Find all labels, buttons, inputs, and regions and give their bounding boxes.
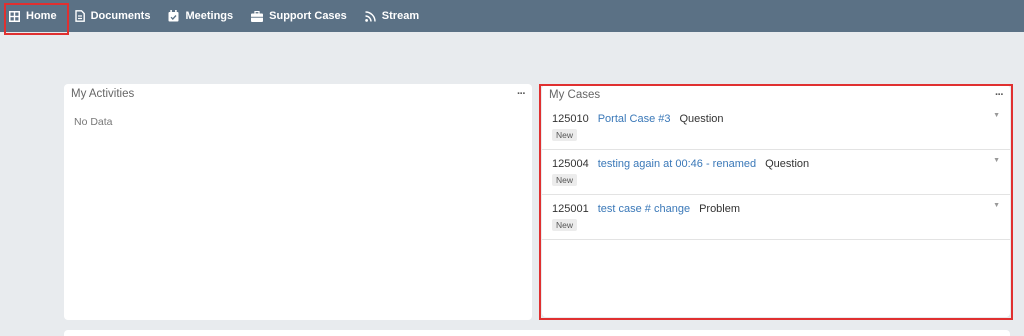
case-name-link[interactable]: testing again at 00:46 - renamed <box>598 158 756 170</box>
nav-documents-label: Documents <box>90 10 151 22</box>
activities-title: My Activities <box>71 88 135 100</box>
activities-empty-text: No Data <box>74 116 113 128</box>
case-type: Question <box>679 113 724 125</box>
nav-home[interactable]: Home <box>0 0 66 32</box>
cases-header: My Cases ··· <box>542 85 1010 105</box>
case-number: 125004 <box>552 158 589 170</box>
caret-down-icon[interactable]: ▼ <box>993 112 1000 119</box>
nav-support-cases-label: Support Cases <box>269 10 347 22</box>
nav-support-cases[interactable]: Support Cases <box>242 0 356 32</box>
status-badge: New <box>552 174 578 186</box>
case-number: 125010 <box>552 113 589 125</box>
activities-menu-icon[interactable]: ··· <box>517 88 526 100</box>
grid-icon <box>9 10 20 22</box>
case-row: 125010 Portal Case #3 Question New ▼ <box>542 105 1010 150</box>
case-row: 125001 test case # change Problem New ▼ <box>542 195 1010 240</box>
my-activities-panel: My Activities ··· No Data <box>64 84 532 320</box>
caret-down-icon[interactable]: ▼ <box>993 202 1000 209</box>
nav-stream-label: Stream <box>381 10 420 22</box>
document-icon <box>74 10 85 22</box>
case-row: 125004 testing again at 00:46 - renamed … <box>542 150 1010 195</box>
nav-meetings-label: Meetings <box>185 10 234 22</box>
cases-menu-icon[interactable]: ··· <box>995 89 1004 101</box>
my-cases-panel: My Cases ··· 125010 Portal Case #3 Quest… <box>542 85 1010 317</box>
briefcase-icon <box>251 10 264 22</box>
case-name-link[interactable]: Portal Case #3 <box>598 113 671 125</box>
rss-icon <box>364 10 376 22</box>
nav-documents[interactable]: Documents <box>66 0 160 32</box>
calendar-icon <box>168 10 179 22</box>
case-number: 125001 <box>552 203 589 215</box>
bottom-panel <box>64 330 1010 336</box>
nav-home-label: Home <box>26 10 57 22</box>
status-badge: New <box>552 129 578 141</box>
top-navbar: Home Documents Meetings Support Cases St… <box>0 0 1024 32</box>
cases-title: My Cases <box>549 89 601 101</box>
status-badge: New <box>552 219 578 231</box>
caret-down-icon[interactable]: ▼ <box>993 157 1000 164</box>
case-type: Question <box>765 158 810 170</box>
case-list: 125010 Portal Case #3 Question New ▼ 125… <box>542 105 1010 240</box>
case-name-link[interactable]: test case # change <box>598 203 690 215</box>
nav-stream[interactable]: Stream <box>356 0 428 32</box>
nav-meetings[interactable]: Meetings <box>159 0 242 32</box>
activities-header: My Activities ··· <box>64 84 532 104</box>
case-type: Problem <box>699 203 741 215</box>
